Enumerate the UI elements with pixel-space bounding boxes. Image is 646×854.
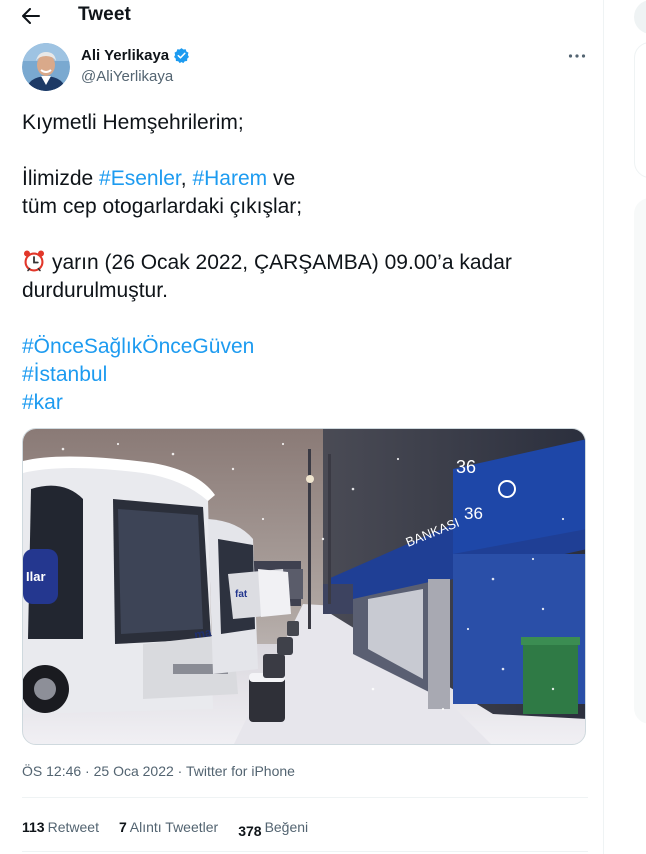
likes-count: 378 — [238, 823, 262, 839]
author-handle[interactable]: @AliYerlikaya — [81, 68, 173, 85]
search-field[interactable] — [634, 0, 646, 34]
tweet-line-greeting: Kıymetli Hemşehrilerim; — [22, 111, 244, 134]
hashtag-istanbul[interactable]: #İstanbul — [22, 363, 107, 386]
sign-number-36a: 36 — [456, 457, 476, 477]
author-name-row: Ali Yerlikaya — [81, 47, 190, 64]
more-horizontal-icon — [568, 54, 586, 58]
retweets-count: 113 — [22, 819, 45, 835]
likes-label: Beğeni — [264, 819, 309, 835]
verified-badge-icon — [174, 48, 190, 64]
tweet-line-stopped: durdurulmuştur. — [22, 279, 168, 302]
hashtag-esenler[interactable]: #Esenler — [99, 167, 181, 190]
hashtag-harem[interactable]: #Harem — [192, 167, 267, 190]
author-name[interactable]: Ali Yerlikaya — [81, 47, 169, 64]
sidebar-card — [634, 42, 646, 178]
page-header: Tweet — [0, 0, 603, 33]
alarm-clock-icon — [24, 250, 44, 272]
arrow-left-icon — [22, 8, 40, 24]
tweet-line-exits: tüm cep otogarlardaki çıkışlar; — [22, 195, 303, 218]
tweet-text-segment: ve — [267, 167, 296, 190]
tweet-text-segment: yarın (26 Ocak 2022, ÇARŞAMBA) 09.00’a k… — [52, 251, 512, 274]
quote-tweets-label: Alıntı Tweetler — [129, 819, 219, 835]
page-title: Tweet — [78, 4, 131, 25]
divider — [22, 797, 588, 798]
retweets-label: Retweet — [47, 819, 99, 835]
back-button[interactable] — [16, 2, 46, 30]
meta-separator: · — [81, 763, 94, 779]
tweet-date[interactable]: 25 Oca 2022 — [94, 763, 174, 779]
more-options-button[interactable] — [565, 46, 589, 66]
hashtag-kar[interactable]: #kar — [22, 391, 63, 414]
tweet-text-segment: , — [180, 167, 193, 190]
bus-middle-brand: fat — [235, 589, 248, 600]
meta-separator: · — [173, 763, 186, 779]
tweet-time[interactable]: ÖS 12:46 — [22, 763, 81, 779]
retweets-stat[interactable]: 113 Retweet — [22, 819, 99, 835]
tweet-photo[interactable]: 36 36 BANKASI Ilar malatya fat — [22, 428, 586, 745]
hashtag-once-saglik[interactable]: #ÖnceSağlıkÖnceGüven — [22, 335, 254, 358]
divider — [22, 851, 588, 852]
tweet-text-segment: İlimizde — [22, 167, 100, 190]
avatar[interactable] — [22, 43, 70, 91]
snowy-bus-station-image: 36 36 BANKASI Ilar malatya fat — [23, 429, 585, 744]
likes-stat[interactable]: 378 Beğeni — [238, 819, 309, 839]
tweet-source[interactable]: Twitter for iPhone — [186, 763, 295, 779]
tweet-line-locations: İlimizde #Esenler, #Harem ve — [22, 165, 592, 193]
quote-tweets-count: 7 — [118, 819, 127, 835]
sidebar-trends-panel — [634, 198, 646, 724]
tweet-text: Kıymetli Hemşehrilerim; İlimizde #Esenle… — [22, 109, 592, 417]
sign-number-36b: 36 — [464, 504, 483, 523]
avatar-image — [22, 43, 70, 91]
tweet-column: Tweet Ali Yerlikaya @AliYerlikaya Kıymet… — [0, 0, 604, 854]
tweet-line-until: yarın (26 Ocak 2022, ÇARŞAMBA) 09.00’a k… — [22, 249, 592, 277]
bus-left-brand: Ilar — [26, 569, 46, 584]
tweet-meta: ÖS 12:46 · 25 Oca 2022 · Twitter for iPh… — [22, 763, 295, 779]
quote-tweets-stat[interactable]: 7 Alıntı Tweetler — [119, 819, 218, 835]
tweet-stats: 113 Retweet 7 Alıntı Tweetler 378 Beğeni — [22, 812, 328, 842]
